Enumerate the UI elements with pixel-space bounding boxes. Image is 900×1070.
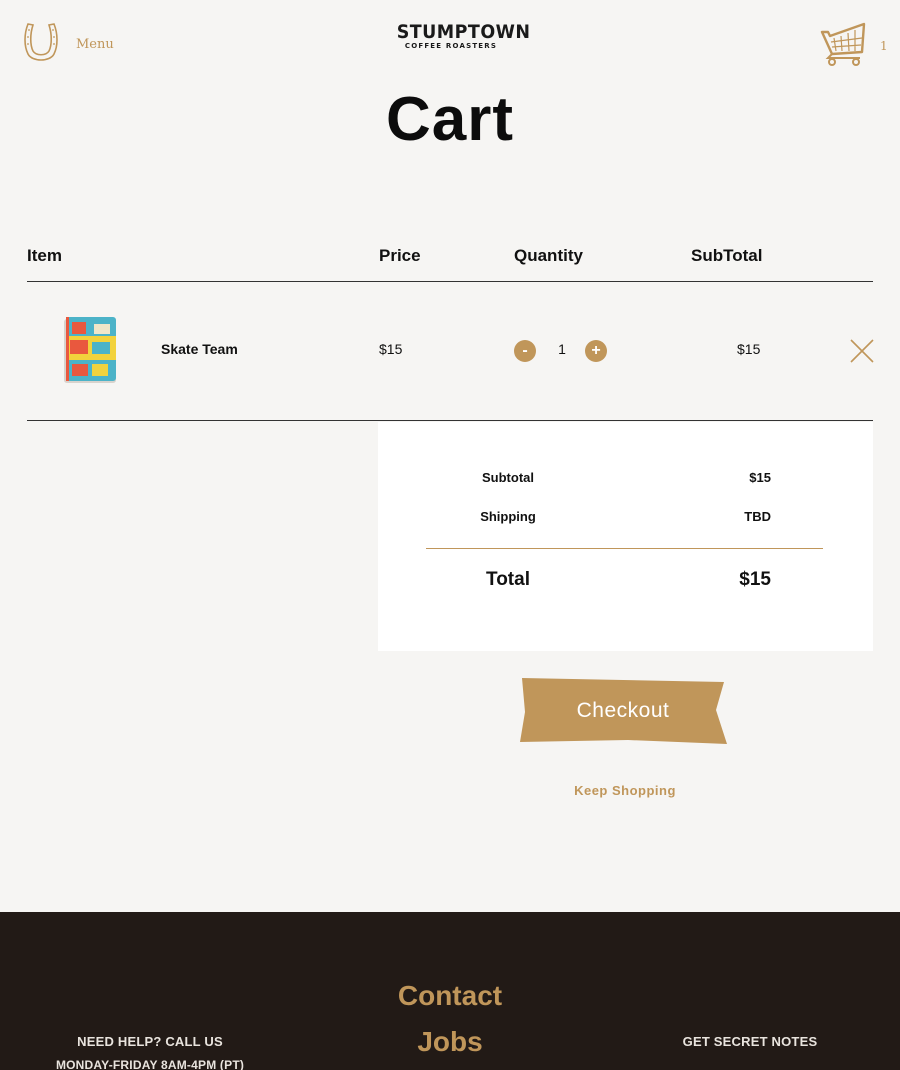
subtotal-value: $15 <box>749 470 771 485</box>
menu-button[interactable]: Menu <box>22 20 114 69</box>
product-name[interactable]: Skate Team <box>161 341 238 357</box>
quantity-value: 1 <box>558 341 566 357</box>
shipping-label: Shipping <box>480 509 536 524</box>
footer-link-jobs[interactable]: Jobs <box>300 1026 600 1058</box>
product-image[interactable] <box>62 316 118 384</box>
total-label: Total <box>486 569 530 590</box>
shipping-value: TBD <box>744 509 771 524</box>
total-value: $15 <box>739 569 771 590</box>
help-heading: NEED HELP? CALL US <box>77 1034 223 1049</box>
column-header-quantity: Quantity <box>514 246 583 265</box>
site-logo[interactable]: STUMPTOWN COFFEE ROASTERS <box>392 21 531 50</box>
remove-item-button[interactable] <box>849 338 875 364</box>
order-summary: Subtotal $15 Shipping TBD Total $15 <box>378 422 873 651</box>
column-header-subtotal: SubTotal <box>691 246 763 265</box>
horseshoe-icon <box>22 20 60 69</box>
product-subtotal: $15 <box>737 341 761 357</box>
close-icon <box>849 339 875 368</box>
table-row-divider <box>27 420 873 421</box>
subtotal-label: Subtotal <box>482 470 534 485</box>
shopping-cart-icon <box>820 20 868 71</box>
page-title: Cart <box>385 85 515 154</box>
quantity-decrement-button[interactable]: - <box>514 340 536 362</box>
checkout-label: Checkout <box>576 699 670 722</box>
keep-shopping-link[interactable]: Keep Shopping <box>525 783 725 798</box>
cart-button[interactable]: 1 <box>820 20 888 71</box>
column-header-item: Item <box>27 246 62 265</box>
product-price: $15 <box>379 341 403 357</box>
column-header-price: Price <box>379 246 421 265</box>
footer-link-contact[interactable]: Contact <box>300 980 600 1012</box>
newsletter-heading: GET SECRET NOTES <box>682 1034 818 1049</box>
site-footer: Contact Jobs NEED HELP? CALL US MONDAY-F… <box>0 912 900 1070</box>
logo-wordmark: STUMPTOWN <box>396 21 531 43</box>
summary-divider <box>426 548 823 549</box>
help-hours: MONDAY-FRIDAY 8AM-4PM (PT) <box>55 1058 245 1070</box>
menu-label: Menu <box>76 37 114 52</box>
table-header-divider <box>27 281 873 282</box>
checkout-button[interactable]: Checkout <box>518 676 728 746</box>
cart-count: 1 <box>880 38 888 53</box>
site-header: Menu STUMPTOWN COFFEE ROASTERS 1 <box>0 0 900 80</box>
logo-tagline: COFFEE ROASTERS <box>404 42 498 50</box>
quantity-increment-button[interactable]: + <box>585 340 607 362</box>
